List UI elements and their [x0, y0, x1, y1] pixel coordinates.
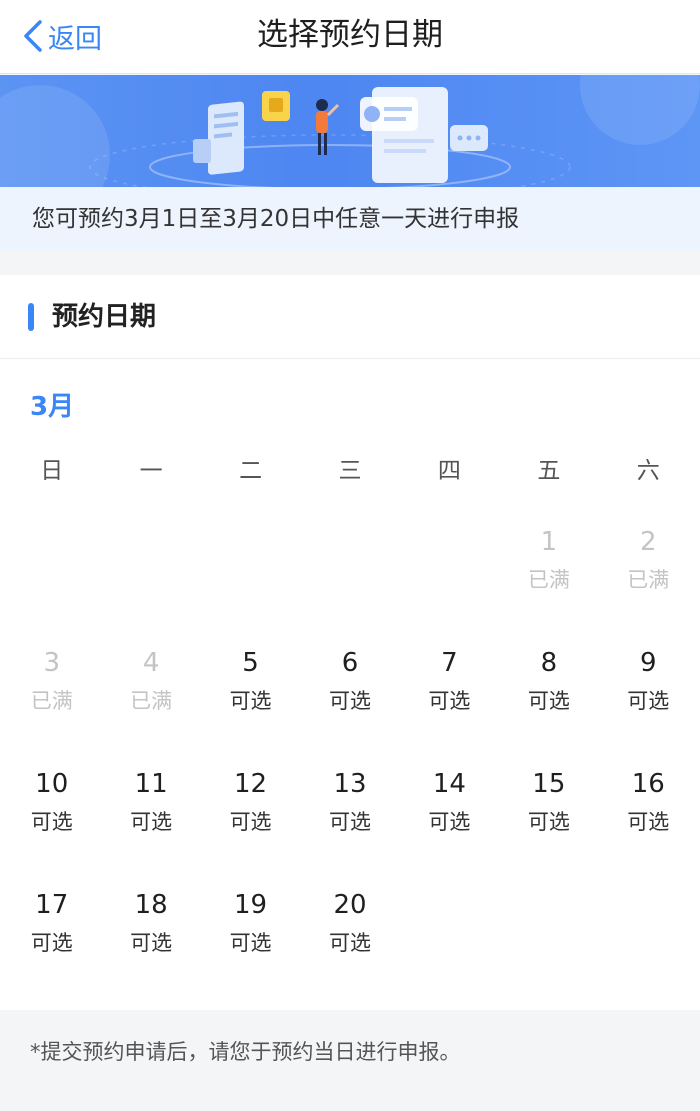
day-status: 可选: [627, 689, 670, 713]
day-status: 可选: [130, 931, 173, 955]
day-number: 20: [333, 890, 367, 920]
weekday-label: 三: [338, 458, 362, 484]
day-status: 可选: [627, 810, 670, 834]
section-header: 预约日期: [0, 275, 700, 359]
day-status: 可选: [130, 810, 173, 834]
day-number: 14: [432, 769, 466, 799]
calendar-grid: 1 已满 2 已满 3 已满 4 已满 5 可选 6 可选 7 可选 8 可选 9 可选 10 可选 11 可选 12 可选 1…: [2, 525, 698, 1009]
day-number: 4: [142, 648, 160, 678]
day-status: 可选: [328, 810, 371, 834]
calendar-day-17[interactable]: 17 可选: [2, 888, 101, 1009]
calendar-day-15[interactable]: 15 可选: [499, 767, 598, 888]
day-number: 1: [540, 527, 558, 557]
calendar-blank-cell: [101, 525, 200, 646]
day-status: 可选: [527, 689, 570, 713]
day-number: 17: [35, 890, 69, 920]
day-status: 可选: [328, 931, 371, 955]
weekday-label: 日: [40, 458, 64, 484]
day-status: 可选: [428, 689, 471, 713]
day-status: 可选: [527, 810, 570, 834]
calendar-day-7[interactable]: 7 可选: [400, 646, 499, 767]
weekday-label: 四: [437, 458, 461, 484]
calendar-day-1: 1 已满: [499, 525, 598, 646]
calendar-blank-cell: [201, 525, 300, 646]
day-number: 8: [540, 648, 558, 678]
section-title: 预约日期: [52, 302, 157, 332]
section-accent-bar: [28, 303, 34, 331]
day-number: 18: [134, 890, 168, 920]
day-number: 12: [234, 769, 268, 799]
calendar-day-9[interactable]: 9 可选: [599, 646, 698, 767]
day-status: 可选: [229, 931, 272, 955]
banner-illustration: [0, 75, 700, 187]
booking-range-notice: 您可预约3月1日至3月20日中任意一天进行申报: [0, 187, 700, 251]
day-status: 可选: [30, 931, 73, 955]
footer-note: *提交预约申请后，请您于预约当日进行申报。: [0, 1010, 700, 1111]
calendar-blank-cell: [400, 525, 499, 646]
calendar-blank-cell: [2, 525, 101, 646]
calendar-day-11[interactable]: 11 可选: [101, 767, 200, 888]
day-status: 可选: [328, 689, 371, 713]
day-number: 3: [43, 648, 60, 678]
day-number: 11: [134, 769, 168, 799]
calendar-day-13[interactable]: 13 可选: [300, 767, 399, 888]
calendar-card: 预约日期 3月 日 一 二 三 四 五 六 1 已满 2 已满 3 已满 4 已满 5 可选 6 可选 7 可选 8 可选…: [0, 275, 700, 1010]
day-number: 9: [640, 648, 657, 678]
weekday-label: 一: [139, 458, 163, 484]
day-number: 2: [640, 527, 657, 557]
weekday-label: 五: [537, 458, 561, 484]
day-number: 7: [441, 648, 458, 678]
day-status: 可选: [30, 810, 73, 834]
nav-bar: 返回 选择预约日期: [0, 0, 700, 74]
day-status: 已满: [527, 568, 570, 592]
weekday-label: 六: [636, 458, 660, 484]
calendar-blank-cell: [300, 525, 399, 646]
calendar-day-3: 3 已满: [2, 646, 101, 767]
day-status: 已满: [30, 689, 73, 713]
calendar-day-14[interactable]: 14 可选: [400, 767, 499, 888]
day-status: 可选: [428, 810, 471, 834]
day-number: 19: [234, 890, 268, 920]
calendar-day-19[interactable]: 19 可选: [201, 888, 300, 1009]
calendar-day-2: 2 已满: [599, 525, 698, 646]
day-number: 6: [341, 648, 359, 678]
day-status: 已满: [130, 689, 173, 713]
weekday-header: 日一二三四五六: [2, 453, 698, 489]
calendar-day-8[interactable]: 8 可选: [499, 646, 598, 767]
day-number: 15: [532, 769, 566, 799]
day-number: 13: [333, 769, 367, 799]
calendar-day-4: 4 已满: [101, 646, 200, 767]
day-status: 已满: [627, 568, 670, 592]
day-number: 16: [631, 769, 665, 799]
month-label: 3月: [30, 392, 75, 422]
banner-art: [0, 75, 700, 187]
day-number: 10: [35, 769, 69, 799]
weekday-label: 二: [239, 458, 263, 484]
calendar-day-20[interactable]: 20 可选: [300, 888, 399, 1009]
calendar-day-6[interactable]: 6 可选: [300, 646, 399, 767]
day-number: 5: [242, 648, 259, 678]
page-title: 选择预约日期: [257, 17, 443, 53]
calendar-day-18[interactable]: 18 可选: [101, 888, 200, 1009]
calendar-day-10[interactable]: 10 可选: [2, 767, 101, 888]
calendar-day-5[interactable]: 5 可选: [201, 646, 300, 767]
calendar-day-16[interactable]: 16 可选: [599, 767, 698, 888]
calendar-day-12[interactable]: 12 可选: [201, 767, 300, 888]
day-status: 可选: [229, 810, 272, 834]
day-status: 可选: [229, 689, 272, 713]
